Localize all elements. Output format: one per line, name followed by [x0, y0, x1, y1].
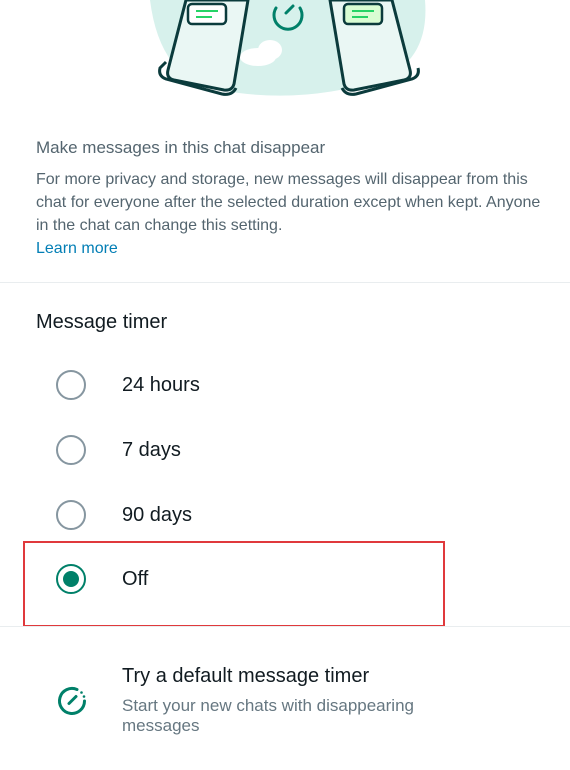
- option-label: Off: [122, 567, 149, 590]
- learn-more-link[interactable]: Learn more: [36, 237, 118, 260]
- timer-option-90-days[interactable]: 90 days: [36, 487, 436, 543]
- radio-button-selected[interactable]: [56, 564, 86, 594]
- timer-option-off[interactable]: Off: [36, 551, 436, 607]
- timer-option-7-days[interactable]: 7 days: [36, 422, 436, 478]
- default-timer-title: Try a default message timer: [122, 665, 370, 687]
- radio-button[interactable]: [56, 370, 86, 400]
- option-label: 7 days: [122, 438, 181, 461]
- option-label: 24 hours: [122, 373, 200, 396]
- default-timer-subtitle: Start your new chats with disappearing m…: [122, 696, 414, 735]
- intro-section: Make messages in this chat disappear For…: [36, 137, 546, 260]
- default-timer-item[interactable]: Try a default message timer Start your n…: [0, 650, 570, 750]
- timer-icon: [58, 686, 86, 715]
- divider: [0, 626, 570, 627]
- message-timer-title: Message timer: [36, 311, 168, 333]
- radio-button[interactable]: [56, 435, 86, 465]
- disappearing-messages-screen: Make messages in this chat disappear For…: [0, 0, 570, 770]
- radio-button[interactable]: [56, 500, 86, 530]
- disappearing-messages-illustration: [150, 0, 426, 96]
- divider: [0, 282, 570, 283]
- intro-description: For more privacy and storage, new messag…: [36, 171, 541, 234]
- intro-title: Make messages in this chat disappear: [36, 138, 326, 157]
- option-label: 90 days: [122, 503, 193, 526]
- timer-option-24-hours[interactable]: 24 hours: [36, 357, 436, 413]
